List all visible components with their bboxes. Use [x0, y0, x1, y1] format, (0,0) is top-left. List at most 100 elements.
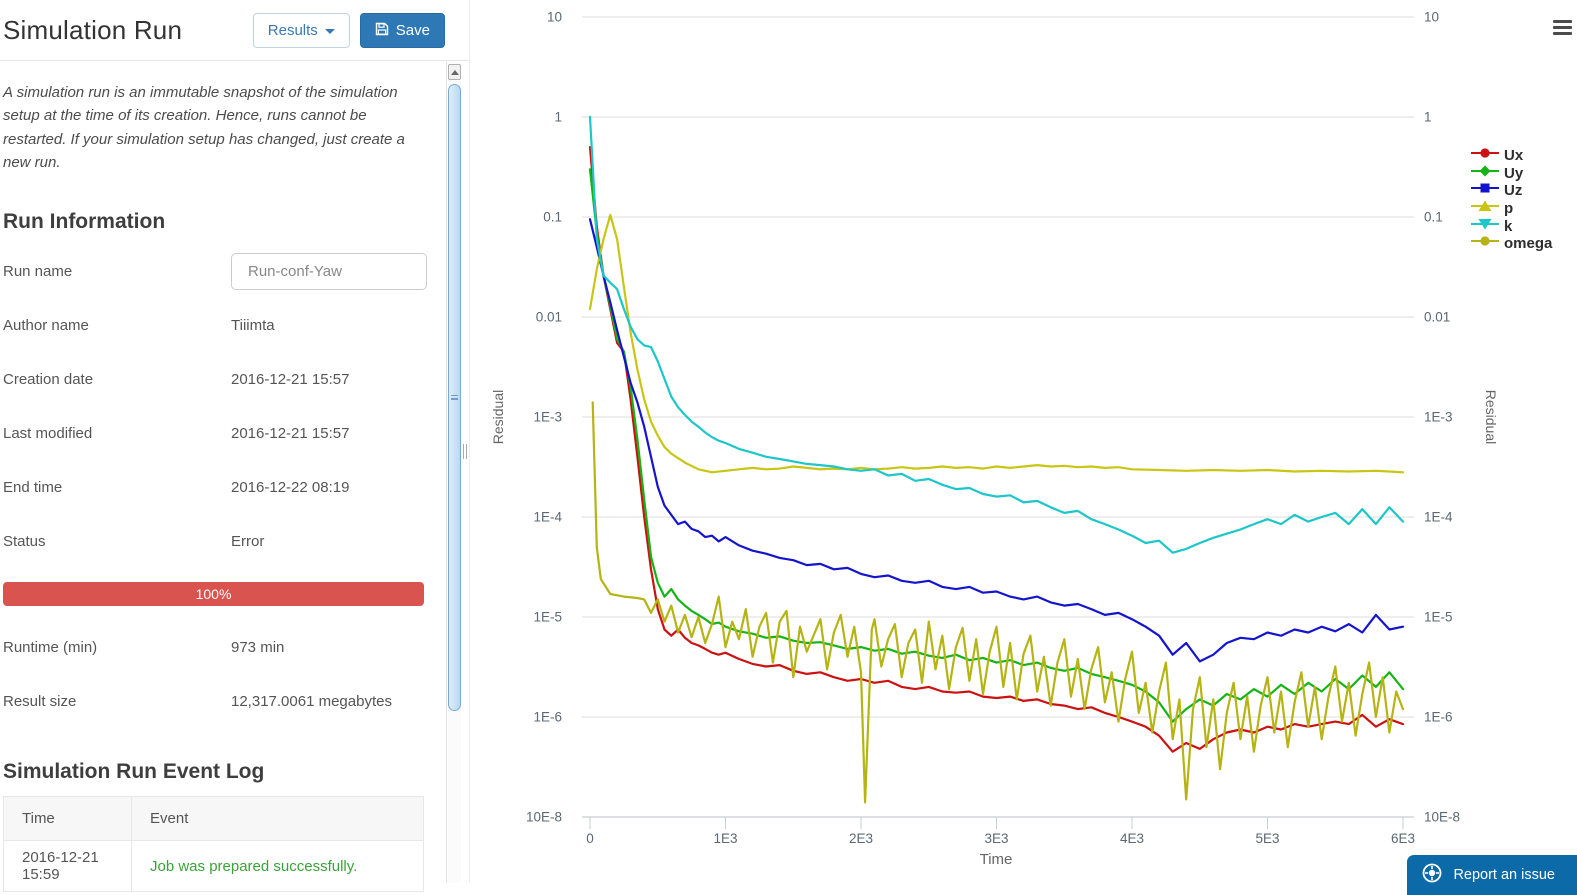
- y-axis-tick-label-right: 1E-6: [1424, 710, 1453, 725]
- simulation-run-panel: Simulation Run Results Save A simulation…: [0, 0, 470, 892]
- run-info-after-label: Runtime (min): [3, 638, 98, 656]
- report-issue-button[interactable]: Report an issue: [1407, 855, 1577, 895]
- residuals-chart: 10 10 1 1 0.1 0.1 0.01 0.01 1E-3 1E-3 1E-4 1E-4 1E-5…: [490, 10, 1499, 869]
- x-axis-tick-label: 1E3: [713, 831, 737, 846]
- page-title: Simulation Run: [3, 14, 183, 45]
- run-info-label: Author name: [3, 316, 89, 334]
- y-axis-tick-label-left: 1E-5: [533, 610, 562, 625]
- y-axis-tick-label-left: 0.01: [536, 310, 562, 325]
- legend-label: omega: [1504, 235, 1553, 253]
- run-info-value: 2016-12-22 08:19: [231, 478, 350, 496]
- legend-item-omega[interactable]: omega: [1470, 235, 1552, 253]
- series-p: [588, 213, 1405, 474]
- y-axis-tick-label-left: 0.1: [543, 210, 562, 225]
- scrollbar-grip-icon: [451, 395, 458, 400]
- diamond-marker-icon: [1470, 164, 1500, 183]
- run-info-after-value: 973 min: [231, 638, 285, 656]
- chart-menu-icon[interactable]: [1553, 20, 1572, 38]
- run-info-row-3: End time 2016-12-22 08:19: [3, 460, 424, 514]
- run-info-label: Last modified: [3, 424, 93, 442]
- run-name-label: Run name: [3, 262, 73, 280]
- run-info-after-value: 12,317.0061 megabytes: [231, 692, 392, 710]
- x-axis-tick-label: 0: [586, 831, 594, 846]
- y-axis-tick-label-left: 1E-6: [533, 710, 562, 725]
- run-information-rows-after: Runtime (min) 973 min Result size 12,317.00…: [3, 620, 424, 728]
- run-info-label: End time: [3, 478, 63, 496]
- x-axis-tick-label: 5E3: [1255, 831, 1279, 846]
- y-axis-tick-label-right: 10: [1424, 10, 1439, 25]
- y-axis-tick-label-left: 10E-8: [526, 810, 562, 825]
- y-axis-tick-label-left: 10: [547, 10, 562, 25]
- results-dropdown-button[interactable]: Results: [252, 12, 350, 48]
- y-axis-tick-label-right: 10E-8: [1424, 810, 1460, 825]
- series-Ux: [588, 146, 1405, 753]
- report-issue-icon: [1421, 862, 1443, 888]
- save-icon: [375, 22, 389, 39]
- x-axis-title: Time: [980, 851, 1013, 868]
- y-axis-tick-label-right: 1E-4: [1424, 510, 1453, 525]
- panel-header: Simulation Run Results Save: [0, 0, 469, 61]
- triangle-up-marker-icon: [1470, 199, 1500, 218]
- event-log-table: Time Event 2016-12-21 15:59 Job was prepar…: [3, 796, 424, 892]
- x-axis-tick-label: 2E3: [849, 831, 873, 846]
- run-info-value: 2016-12-21 15:57: [231, 424, 350, 442]
- x-axis-tick-label: 6E3: [1391, 831, 1415, 846]
- run-info-row-4: Status Error: [3, 514, 424, 568]
- legend-label: Uz: [1504, 182, 1523, 200]
- run-info-row-0: Author name Tiiimta: [3, 298, 424, 352]
- save-button[interactable]: Save: [359, 12, 445, 48]
- event-log-row: 2016-12-21 15:59 Job was prepared success…: [3, 840, 424, 892]
- y-axis-title-left: Residual: [490, 390, 506, 444]
- run-info-label: Status: [3, 532, 46, 550]
- triangle-down-marker-icon: [1470, 217, 1500, 236]
- series-k: [588, 115, 1405, 554]
- series-Uy: [588, 168, 1405, 723]
- run-info-value: 2016-12-21 15:57: [231, 370, 350, 388]
- scrollbar-thumb[interactable]: [448, 84, 461, 711]
- save-button-label: Save: [395, 21, 430, 39]
- y-axis-title-right: Residual: [1483, 390, 1499, 444]
- run-information-rows: Run name Author name Tiiimta Creation date…: [3, 244, 427, 568]
- run-info-row-1: Creation date 2016-12-21 15:57: [3, 352, 424, 406]
- run-progress-bar: 100%: [3, 582, 424, 606]
- legend-label: Uy: [1504, 164, 1524, 182]
- event-log-column-time: Time: [3, 796, 132, 841]
- y-axis-tick-label-right: 1E-3: [1424, 410, 1453, 425]
- y-axis-tick-label-right: 0.01: [1424, 310, 1450, 325]
- series-Uz: [588, 218, 1405, 663]
- legend-label: Ux: [1504, 147, 1524, 165]
- x-axis-tick-label: 4E3: [1120, 831, 1144, 846]
- y-axis-tick-label-left: 1E-3: [533, 410, 562, 425]
- legend-label: p: [1504, 200, 1514, 218]
- event-log-header-row: Time Event: [3, 796, 424, 841]
- results-button-label: Results: [267, 21, 318, 39]
- run-name-input[interactable]: [231, 252, 427, 290]
- y-axis-tick-label-right: 0.1: [1424, 210, 1443, 225]
- run-info-after-row-0: Runtime (min) 973 min: [3, 620, 424, 674]
- run-info-label: Creation date: [3, 370, 94, 388]
- event-message: Job was prepared successfully.: [131, 840, 424, 892]
- run-info-value: Error: [231, 532, 265, 550]
- event-time: 2016-12-21 15:59: [3, 840, 132, 892]
- run-name-row: Run name: [3, 244, 427, 298]
- panel-resize-handle[interactable]: [463, 444, 467, 459]
- scrollbar-up-arrow-icon[interactable]: [448, 64, 461, 80]
- chart-legend[interactable]: Ux Uy Uz p k omega: [1470, 147, 1552, 253]
- caret-down-icon: [324, 28, 335, 34]
- legend-item-Uy[interactable]: Uy: [1470, 165, 1552, 183]
- event-log-column-event: Event: [131, 796, 424, 841]
- y-axis-tick-label-left: 1: [554, 110, 562, 125]
- legend-item-Ux[interactable]: Ux: [1470, 147, 1552, 165]
- legend-item-Uz[interactable]: Uz: [1470, 182, 1552, 200]
- square-marker-icon: [1470, 181, 1500, 200]
- x-axis-tick-label: 3E3: [984, 831, 1008, 846]
- legend-item-p[interactable]: p: [1470, 200, 1552, 218]
- legend-item-k[interactable]: k: [1470, 217, 1552, 235]
- y-axis-tick-label-right: 1: [1424, 110, 1432, 125]
- legend-label: k: [1504, 217, 1513, 235]
- run-information-heading: Run Information: [3, 210, 166, 233]
- panel-scrollbar[interactable]: [446, 62, 461, 883]
- run-info-value: Tiiimta: [231, 316, 275, 334]
- series-omega: [591, 401, 1405, 804]
- run-info-after-row-1: Result size 12,317.0061 megabytes: [3, 674, 424, 728]
